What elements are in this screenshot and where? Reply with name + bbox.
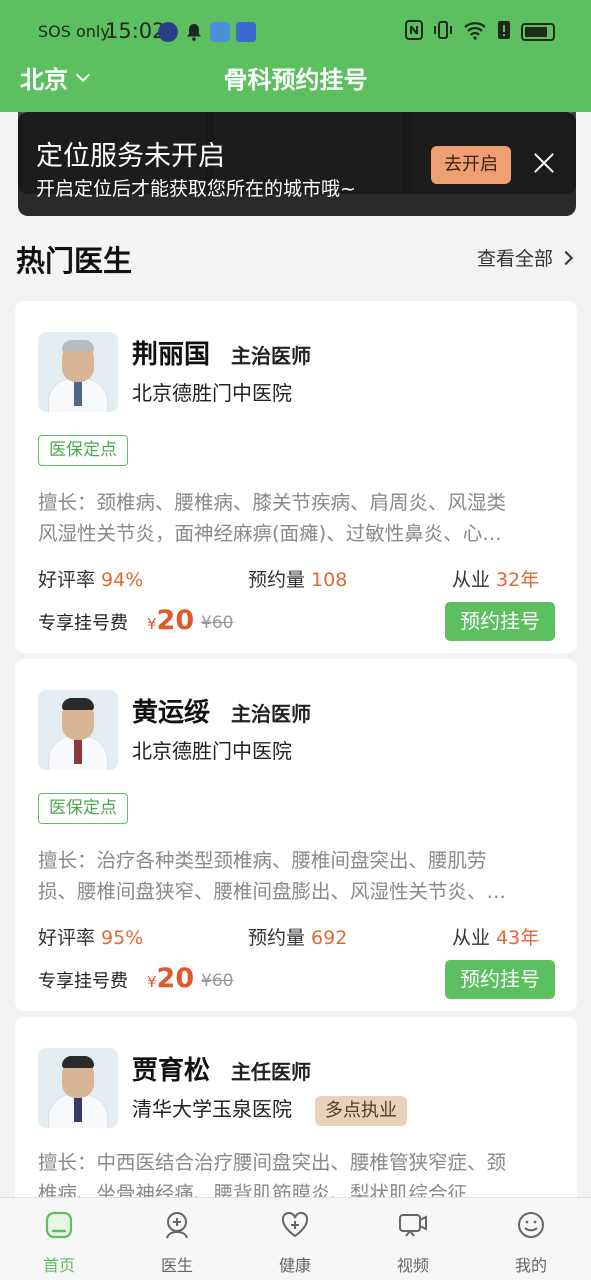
practice-years: 32年 <box>496 569 540 591</box>
doctor-avatar <box>38 1048 118 1128</box>
heart-plus-icon <box>280 1210 310 1240</box>
close-icon[interactable] <box>530 150 558 178</box>
nav-label: 首页 <box>42 1256 75 1275</box>
chevron-right-icon <box>558 250 574 265</box>
doctor-name: 黄运绥 <box>132 698 211 728</box>
app-notification-icon <box>158 22 178 42</box>
good-rate-label: 好评率 <box>38 927 96 949</box>
system-icons <box>405 20 555 44</box>
nav-label: 视频 <box>396 1256 429 1275</box>
good-rate-value: 95% <box>101 927 144 949</box>
doctor-stats: 好评率 94% 预约量 108 从业 32年 <box>38 565 554 593</box>
enable-location-button[interactable]: 去开启 <box>431 146 511 184</box>
battery-icon <box>521 23 555 41</box>
doctor-card[interactable]: 贾育松 主任医师 清华大学玉泉医院 多点执业 擅长：中西医结合治疗腰间盘突出、腰… <box>15 1017 577 1217</box>
doctor-name: 荆丽国 <box>132 340 211 370</box>
doctor-title: 主治医师 <box>231 702 311 726</box>
doctor-avatar <box>38 332 118 412</box>
good-rate-label: 好评率 <box>38 569 96 591</box>
doctor-specialty: 擅长：治疗各种类型颈椎病、腰椎间盘突出、腰肌劳 损、腰椎间盘狭窄、腰椎间盘膨出、… <box>38 849 507 903</box>
multi-practice-badge: 多点执业 <box>315 1096 407 1126</box>
doctor-card[interactable]: 荆丽国 主治医师 北京德胜门中医院 医保定点 擅长：颈椎病、腰椎病、膝关节疾病、… <box>15 301 577 653</box>
practice-years: 43年 <box>496 927 540 949</box>
doctor-hospital: 北京德胜门中医院 <box>132 739 292 763</box>
section-title: 热门医生 <box>16 244 133 278</box>
nav-label: 我的 <box>514 1256 547 1275</box>
view-all-label: 查看全部 <box>476 248 553 270</box>
nfc-icon <box>405 20 423 44</box>
clock: 15:02 <box>105 19 166 43</box>
fee-label: 专享挂号费 <box>38 971 128 992</box>
notification-icons <box>158 22 256 42</box>
insurance-tag: 医保定点 <box>38 793 128 824</box>
page-title: 骨科预约挂号 <box>223 66 368 94</box>
doctor-icon <box>162 1210 192 1240</box>
profile-icon <box>516 1210 546 1240</box>
appointments-label: 预约量 <box>248 569 306 591</box>
nav-label: 医生 <box>160 1256 193 1275</box>
doctor-hospital: 北京德胜门中医院 <box>132 381 292 405</box>
fee-price: ¥20 <box>147 605 195 636</box>
nav-item-home[interactable]: 首页 <box>19 1198 99 1280</box>
book-button[interactable]: 预约挂号 <box>445 602 555 641</box>
wifi-icon <box>463 20 487 44</box>
nav-label: 健康 <box>278 1256 311 1275</box>
nav-item-doctor[interactable]: 医生 <box>137 1198 217 1280</box>
bottom-nav: 首页 医生 健康 视频 我的 <box>0 1197 591 1280</box>
status-bar: SOS only 15:02 <box>0 0 591 66</box>
doctor-specialty: 擅长：颈椎病、腰椎病、膝关节疾病、肩周炎、风湿类 风湿性关节炎，面神经麻痹(面瘫… <box>38 491 507 545</box>
good-rate-value: 94% <box>101 569 144 591</box>
location-prompt-title: 定位服务未开启 <box>36 141 225 172</box>
doctor-title: 主治医师 <box>231 344 311 368</box>
nav-item-video[interactable]: 视频 <box>373 1198 453 1280</box>
book-button[interactable]: 预约挂号 <box>445 960 555 999</box>
doctor-title: 主任医师 <box>231 1060 311 1084</box>
practice-label: 从业 <box>452 927 491 949</box>
appointments-value: 692 <box>311 927 348 949</box>
insurance-tag: 医保定点 <box>38 435 128 466</box>
doctor-hospital: 清华大学玉泉医院 <box>132 1097 292 1121</box>
home-icon <box>44 1210 74 1240</box>
fee-price: ¥20 <box>147 963 195 994</box>
sim-alert-icon <box>497 20 511 44</box>
fee-label: 专享挂号费 <box>38 613 128 634</box>
app-notification-icon <box>210 22 230 42</box>
appointments-label: 预约量 <box>248 927 306 949</box>
nav-item-health[interactable]: 健康 <box>255 1198 335 1280</box>
doctor-avatar <box>38 690 118 770</box>
doctor-stats: 好评率 95% 预约量 692 从业 43年 <box>38 923 554 951</box>
nav-item-profile[interactable]: 我的 <box>491 1198 571 1280</box>
carrier-text: SOS only <box>38 22 110 41</box>
shield-icon <box>236 22 256 42</box>
bell-icon <box>184 22 204 42</box>
view-all-link[interactable]: 查看全部 <box>476 244 574 271</box>
doctor-name: 贾育松 <box>132 1056 211 1086</box>
original-price: ¥60 <box>201 971 234 991</box>
video-icon <box>398 1210 428 1240</box>
original-price: ¥60 <box>201 613 234 633</box>
doctor-card[interactable]: 黄运绥 主治医师 北京德胜门中医院 医保定点 擅长：治疗各种类型颈椎病、腰椎间盘… <box>15 659 577 1011</box>
location-prompt-subtitle: 开启定位后才能获取您所在的城市哦~ <box>36 178 356 200</box>
appointments-value: 108 <box>311 569 348 591</box>
practice-label: 从业 <box>452 569 491 591</box>
location-prompt: 定位服务未开启 开启定位后才能获取您所在的城市哦~ 去开启 <box>18 112 576 216</box>
vibrate-icon <box>433 20 453 44</box>
